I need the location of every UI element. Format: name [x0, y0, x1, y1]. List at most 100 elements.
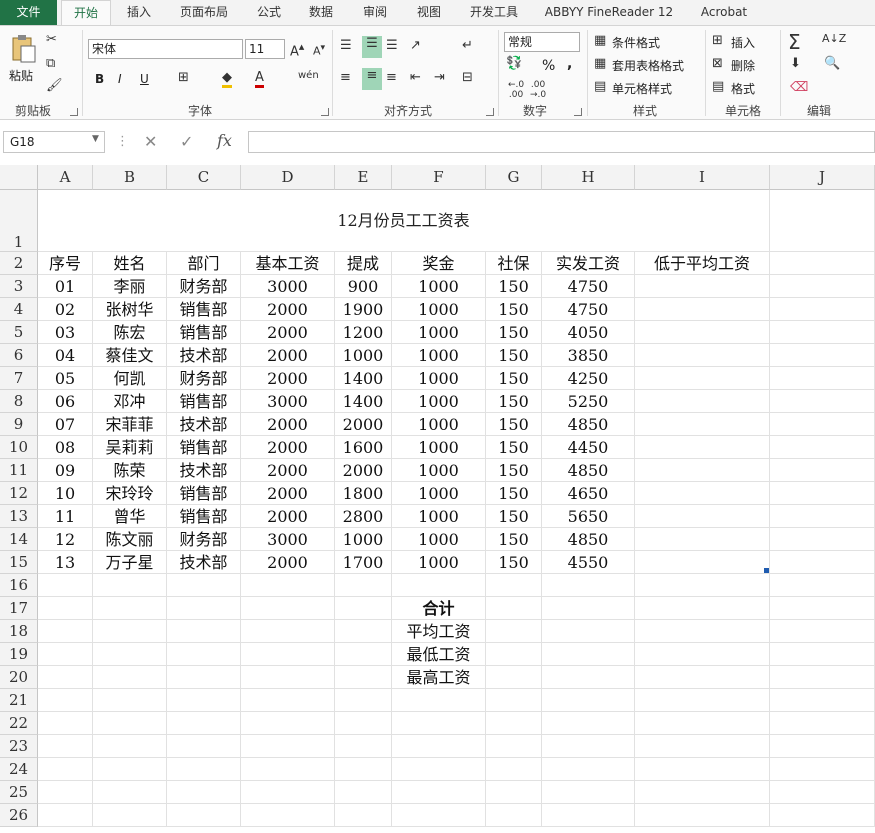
data-cell[interactable]: 4850 — [542, 413, 635, 436]
data-cell[interactable]: 蔡佳文 — [93, 344, 167, 367]
data-cell[interactable]: 宋玲玲 — [93, 482, 167, 505]
cell[interactable] — [770, 620, 875, 643]
cell[interactable] — [38, 758, 93, 781]
cell[interactable] — [770, 505, 875, 528]
tab-review[interactable]: 审阅 — [356, 0, 394, 25]
formula-input[interactable] — [248, 131, 875, 153]
cell[interactable] — [335, 597, 392, 620]
bold-button[interactable]: B — [95, 72, 104, 86]
row-header[interactable]: 2 — [0, 252, 38, 275]
data-cell[interactable]: 1000 — [392, 275, 486, 298]
cell[interactable] — [392, 781, 486, 804]
cell[interactable] — [542, 666, 635, 689]
cell[interactable] — [542, 643, 635, 666]
data-cell[interactable]: 4750 — [542, 275, 635, 298]
cell[interactable] — [635, 459, 770, 482]
cell[interactable] — [635, 781, 770, 804]
data-cell[interactable]: 何凯 — [93, 367, 167, 390]
shrink-font-icon[interactable]: A▾ — [313, 42, 325, 58]
row-header[interactable]: 18 — [0, 620, 38, 643]
cell[interactable] — [241, 643, 335, 666]
data-cell[interactable]: 1000 — [335, 528, 392, 551]
cell[interactable] — [392, 758, 486, 781]
cell[interactable] — [241, 666, 335, 689]
row-header[interactable]: 7 — [0, 367, 38, 390]
table-header-cell[interactable]: 奖金 — [392, 252, 486, 275]
column-header[interactable]: G — [486, 165, 542, 190]
data-cell[interactable]: 4250 — [542, 367, 635, 390]
cell[interactable] — [635, 390, 770, 413]
cell[interactable] — [93, 689, 167, 712]
data-cell[interactable]: 1600 — [335, 436, 392, 459]
cell[interactable] — [167, 666, 241, 689]
data-cell[interactable]: 150 — [486, 390, 542, 413]
cell[interactable] — [335, 643, 392, 666]
data-cell[interactable]: 900 — [335, 275, 392, 298]
data-cell[interactable]: 150 — [486, 413, 542, 436]
number-format-select[interactable]: 常规 — [504, 32, 580, 52]
column-header[interactable]: D — [241, 165, 335, 190]
cell[interactable] — [770, 781, 875, 804]
cell[interactable] — [770, 666, 875, 689]
cell[interactable] — [635, 505, 770, 528]
data-cell[interactable]: 4750 — [542, 298, 635, 321]
data-cell[interactable]: 08 — [38, 436, 93, 459]
format-as-table-icon[interactable]: ▦ — [594, 56, 606, 71]
data-cell[interactable]: 1000 — [392, 321, 486, 344]
clear-icon[interactable]: ⌫ — [790, 80, 808, 95]
cell[interactable] — [635, 620, 770, 643]
data-cell[interactable]: 销售部 — [167, 482, 241, 505]
cell[interactable] — [486, 758, 542, 781]
cell[interactable] — [542, 689, 635, 712]
cell[interactable] — [167, 689, 241, 712]
row-header[interactable]: 14 — [0, 528, 38, 551]
data-cell[interactable]: 4050 — [542, 321, 635, 344]
cell[interactable] — [241, 781, 335, 804]
data-cell[interactable]: 12 — [38, 528, 93, 551]
cell[interactable] — [770, 689, 875, 712]
cell[interactable] — [486, 735, 542, 758]
cell[interactable] — [335, 689, 392, 712]
cell[interactable] — [335, 712, 392, 735]
format-cells-icon[interactable]: ▤ — [712, 79, 724, 94]
fill-handle[interactable] — [764, 568, 769, 573]
cell[interactable] — [335, 735, 392, 758]
data-cell[interactable]: 曾华 — [93, 505, 167, 528]
format-painter-icon[interactable]: 🖌 — [46, 78, 63, 93]
cell[interactable] — [486, 643, 542, 666]
cell[interactable] — [38, 712, 93, 735]
data-cell[interactable]: 1000 — [392, 436, 486, 459]
cell[interactable] — [635, 344, 770, 367]
data-cell[interactable]: 150 — [486, 436, 542, 459]
row-header[interactable]: 4 — [0, 298, 38, 321]
column-header[interactable]: I — [635, 165, 770, 190]
data-cell[interactable]: 2000 — [241, 551, 335, 574]
data-cell[interactable]: 销售部 — [167, 321, 241, 344]
cell[interactable] — [542, 735, 635, 758]
cell[interactable] — [635, 689, 770, 712]
tab-abbyy[interactable]: ABBYY FineReader 12 — [540, 0, 678, 25]
data-cell[interactable]: 2000 — [241, 321, 335, 344]
cell[interactable] — [167, 620, 241, 643]
data-cell[interactable]: 04 — [38, 344, 93, 367]
cell[interactable] — [635, 275, 770, 298]
align-middle-icon[interactable]: ☰ — [362, 36, 382, 58]
row-header[interactable]: 16 — [0, 574, 38, 597]
data-cell[interactable]: 150 — [486, 528, 542, 551]
format-cells-button[interactable]: 格式 — [731, 80, 755, 97]
row-header[interactable]: 3 — [0, 275, 38, 298]
table-header-cell[interactable]: 基本工资 — [241, 252, 335, 275]
italic-button[interactable]: I — [118, 72, 122, 86]
autosum-icon[interactable]: Σ — [788, 30, 801, 54]
data-cell[interactable]: 10 — [38, 482, 93, 505]
cell[interactable] — [93, 735, 167, 758]
row-header[interactable]: 21 — [0, 689, 38, 712]
cell[interactable] — [770, 804, 875, 827]
summary-label-max[interactable]: 最高工资 — [392, 666, 486, 689]
row-header[interactable]: 1 — [0, 190, 38, 252]
cell[interactable] — [241, 735, 335, 758]
column-header[interactable]: A — [38, 165, 93, 190]
data-cell[interactable]: 2000 — [241, 413, 335, 436]
underline-button[interactable]: U — [140, 72, 149, 86]
cell[interactable] — [635, 666, 770, 689]
